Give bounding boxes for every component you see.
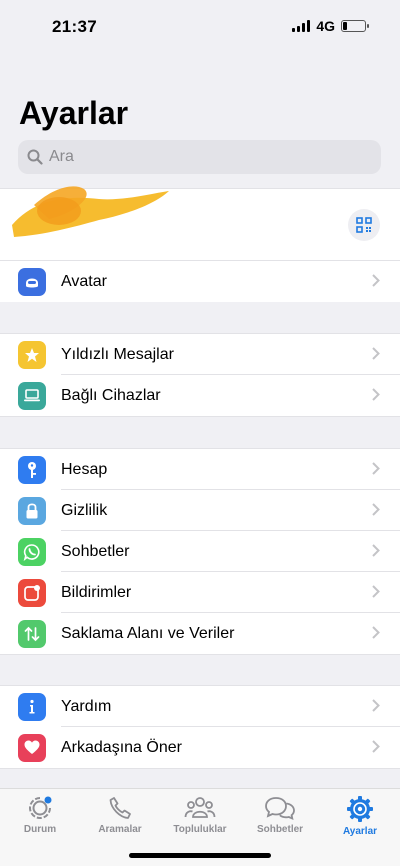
profile-row[interactable]: [0, 186, 400, 261]
home-indicator: [129, 853, 271, 858]
chevron-right-icon: [372, 388, 380, 401]
settings-row-storage[interactable]: Saklama Alanı ve Veriler: [0, 613, 400, 654]
chevron-right-icon: [372, 503, 380, 516]
search-icon: [27, 149, 43, 165]
status-time: 21:37: [52, 17, 97, 36]
qr-code-icon: [356, 217, 372, 233]
tab-label: Sohbetler: [256, 824, 304, 835]
settings-row-account[interactable]: Hesap: [0, 449, 400, 490]
status-bar: 21:37 4G: [0, 0, 400, 50]
settings-gear-icon: [347, 796, 373, 822]
redaction-scribble: [12, 186, 169, 237]
communities-icon: [184, 797, 216, 818]
settings-row-label: Yardım: [61, 697, 112, 715]
chevron-right-icon: [372, 544, 380, 557]
whatsapp-icon: [18, 537, 46, 566]
info-icon: [18, 692, 46, 721]
settings-row-label: Sohbetler: [61, 542, 130, 560]
chevron-right-icon: [372, 274, 380, 287]
settings-row-label: Gizlilik: [61, 501, 108, 519]
settings-row-label: Avatar: [61, 272, 107, 290]
tab-label: Topluluklar: [173, 824, 227, 835]
chevron-right-icon: [372, 585, 380, 598]
heart-icon: [18, 733, 46, 762]
settings-row-notifications[interactable]: Bildirimler: [0, 572, 400, 613]
chevron-right-icon: [372, 462, 380, 475]
settings-row-label: Arkadaşına Öner: [61, 738, 182, 756]
chevron-right-icon: [372, 626, 380, 639]
settings-row-privacy[interactable]: Gizlilik: [0, 490, 400, 531]
status-icon: [29, 796, 52, 819]
chevron-right-icon: [372, 740, 380, 753]
star-icon: [18, 340, 46, 369]
tab-settings[interactable]: Ayarlar: [320, 795, 400, 837]
settings-row-linked-devices[interactable]: Bağlı Cihazlar: [0, 375, 400, 416]
settings-group-help: Yardım Arkadaşına Öner: [0, 685, 400, 769]
chats-icon: [265, 797, 295, 821]
notification-icon: [18, 578, 46, 607]
search-input[interactable]: Ara: [18, 140, 381, 174]
tab-calls[interactable]: Aramalar: [80, 795, 160, 835]
chevron-right-icon: [372, 347, 380, 360]
lock-icon: [18, 496, 46, 525]
tab-chats[interactable]: Sohbetler: [240, 795, 320, 835]
battery-icon: [341, 20, 369, 32]
settings-row-help[interactable]: Yardım: [0, 686, 400, 727]
settings-row-avatar[interactable]: Avatar: [0, 261, 400, 302]
status-indicators: 4G: [292, 18, 369, 34]
chevron-right-icon: [372, 699, 380, 712]
settings-row-starred[interactable]: Yıldızlı Mesajlar: [0, 334, 400, 375]
tab-label: Aramalar: [98, 824, 142, 835]
settings-row-chats[interactable]: Sohbetler: [0, 531, 400, 572]
settings-group-starred: Yıldızlı Mesajlar Bağlı Cihazlar: [0, 333, 400, 417]
settings-row-label: Hesap: [61, 460, 108, 478]
tab-status[interactable]: Durum: [0, 795, 80, 835]
qr-code-button[interactable]: [348, 209, 380, 241]
settings-row-label: Bildirimler: [61, 583, 132, 601]
tab-communities[interactable]: Topluluklar: [160, 795, 240, 835]
signal-icon: [292, 20, 311, 32]
search-placeholder: Ara: [49, 148, 74, 165]
settings-row-label: Bağlı Cihazlar: [61, 386, 161, 404]
profile-card[interactable]: Avatar: [0, 186, 400, 302]
network-type: 4G: [316, 18, 335, 34]
tab-label: Durum: [23, 824, 57, 835]
page-title: Ayarlar: [19, 95, 129, 131]
settings-row-label: Yıldızlı Mesajlar: [61, 345, 174, 363]
key-icon: [18, 455, 46, 484]
settings-row-tell-friend[interactable]: Arkadaşına Öner: [0, 727, 400, 768]
settings-group-main: Hesap Gizlilik Sohbetler Bildirimler Sak…: [0, 448, 400, 655]
avatar-icon: [18, 267, 46, 296]
storage-arrows-icon: [18, 619, 46, 648]
tab-label: Ayarlar: [342, 826, 378, 837]
laptop-icon: [18, 381, 46, 410]
phone-icon: [109, 797, 131, 819]
settings-row-label: Saklama Alanı ve Veriler: [61, 624, 235, 642]
